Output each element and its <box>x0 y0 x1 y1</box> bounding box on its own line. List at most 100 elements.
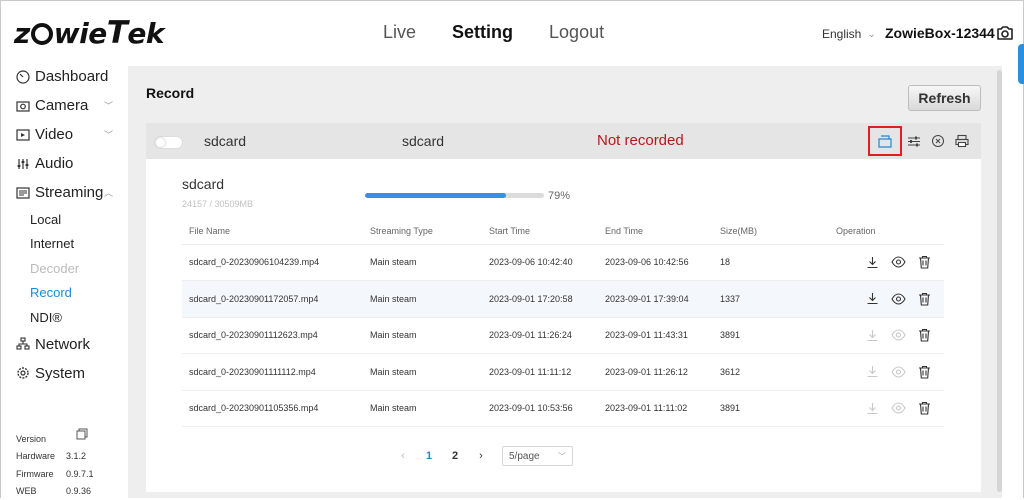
chevron-down-icon: ﹀ <box>104 130 114 140</box>
sidebar-item-network[interactable]: Network <box>0 330 125 359</box>
sidebar-item-dashboard[interactable]: Dashboard <box>0 62 125 91</box>
storage-name: sdcard <box>182 176 225 192</box>
sidebar-sub-decoder[interactable]: Decoder <box>0 256 125 281</box>
audio-icon <box>17 158 29 169</box>
copy-icon[interactable] <box>76 428 88 440</box>
col-file-name: File Name <box>182 218 363 245</box>
device-actions <box>868 126 974 156</box>
preview-eye-icon[interactable] <box>888 363 908 381</box>
col-streaming-type: Streaming Type <box>363 218 482 245</box>
language-selector[interactable]: English ⌄ <box>822 27 876 41</box>
refresh-button[interactable]: Refresh <box>908 85 981 111</box>
end-time-cell: 2023-09-01 17:39:04 <box>598 280 713 318</box>
sidebar-sub-internet[interactable]: Internet <box>0 232 125 257</box>
sidebar-item-audio[interactable]: Audio <box>0 149 125 178</box>
sidebar-item-camera[interactable]: Camera ﹀ <box>0 91 125 120</box>
sidebar: Dashboard Camera ﹀ Video ﹀ Audio Streami… <box>0 62 125 388</box>
version-info: Version Hardware 3.1.2 Firmware 0.9.7.1 WE… <box>16 430 94 500</box>
preview-eye-icon[interactable] <box>888 253 908 271</box>
sidebar-item-streaming[interactable]: Streaming ︿ <box>0 178 125 207</box>
delete-trash-icon[interactable] <box>914 363 934 381</box>
storage-device-row: sdcard sdcard Not recorded <box>146 123 981 159</box>
language-label: English <box>822 27 862 41</box>
scrollbar[interactable] <box>997 70 1002 492</box>
gear-icon <box>17 367 29 379</box>
sidebar-item-video[interactable]: Video ﹀ <box>0 120 125 149</box>
prev-page-button[interactable]: ‹ <box>390 450 416 462</box>
end-time-cell: 2023-09-01 11:43:31 <box>598 317 713 354</box>
start-time-cell: 2023-09-01 11:26:24 <box>482 317 598 354</box>
format-button[interactable] <box>950 128 974 154</box>
version-title: Version <box>16 433 47 444</box>
sidebar-sub-local[interactable]: Local <box>0 207 125 232</box>
camera-icon <box>16 100 30 112</box>
streaming-type-cell: Main steam <box>363 390 482 427</box>
preview-eye-icon[interactable] <box>888 326 908 344</box>
download-icon[interactable] <box>862 363 882 381</box>
download-icon[interactable] <box>862 399 882 417</box>
delete-trash-icon[interactable] <box>914 253 934 271</box>
chevron-up-icon: ︿ <box>104 188 114 198</box>
size-cell: 3891 <box>713 317 829 354</box>
device-name: ZowieBox-12344 <box>885 25 995 41</box>
nav-live[interactable]: Live <box>383 22 416 43</box>
delete-trash-icon[interactable] <box>914 399 934 417</box>
page-2-button[interactable]: 2 <box>442 450 468 462</box>
col-operation: Operation <box>829 218 944 245</box>
sliders-icon <box>908 136 920 146</box>
sidebar-item-label: Camera <box>35 97 89 114</box>
version-value: 3.1.2 <box>66 451 87 462</box>
chevron-down-icon: ⌄ <box>867 28 876 40</box>
streaming-type-cell: Main steam <box>363 353 482 391</box>
printer-icon <box>955 134 969 148</box>
next-page-button[interactable]: › <box>468 450 494 462</box>
sidebar-item-system[interactable]: System <box>0 359 125 388</box>
end-time-cell: 2023-09-01 11:11:02 <box>598 390 713 427</box>
preview-eye-icon[interactable] <box>888 290 908 308</box>
storage-files-button[interactable] <box>868 126 902 156</box>
preview-eye-icon[interactable] <box>888 399 908 417</box>
chevron-down-icon: ﹀ <box>558 451 566 461</box>
progress-fill <box>365 193 507 198</box>
size-cell: 18 <box>713 244 829 281</box>
start-time-cell: 2023-09-01 17:20:58 <box>482 280 598 318</box>
operation-cell <box>829 390 944 427</box>
storage-capacity: 24157 / 30509MB <box>182 199 254 209</box>
table-row: sdcard_0-20230901111112.mp4 Main steam 202… <box>182 353 944 391</box>
remove-button[interactable] <box>926 128 950 154</box>
download-icon[interactable] <box>862 290 882 308</box>
file-name-cell: sdcard_0-20230906104239.mp4 <box>182 244 363 281</box>
page-size-select[interactable]: 5/page ﹀ <box>502 446 573 466</box>
storage-progress-bar <box>365 193 544 198</box>
page-1-button[interactable]: 1 <box>416 450 442 462</box>
sidebar-sub-ndi[interactable]: NDI® <box>0 305 125 330</box>
settings-button[interactable] <box>902 128 926 154</box>
record-toggle[interactable] <box>154 136 183 149</box>
version-key: Hardware <box>16 451 56 462</box>
download-icon[interactable] <box>862 326 882 344</box>
end-time-cell: 2023-09-01 11:26:12 <box>598 353 713 391</box>
top-nav: Live Setting Logout <box>383 22 640 43</box>
nav-logout[interactable]: Logout <box>549 22 604 43</box>
operation-cell <box>829 280 944 318</box>
delete-trash-icon[interactable] <box>914 326 934 344</box>
sidebar-item-label: Video <box>35 126 74 143</box>
delete-trash-icon[interactable] <box>914 290 934 308</box>
file-name-cell: sdcard_0-20230901112623.mp4 <box>182 317 363 354</box>
side-drawer-tab[interactable] <box>1018 44 1024 84</box>
col-size: Size(MB) <box>713 218 829 245</box>
dashboard-icon <box>16 69 30 84</box>
streaming-type-cell: Main steam <box>363 280 482 318</box>
sidebar-sub-record[interactable]: Record <box>0 281 125 306</box>
zowietek-logo: z wie Tek <box>14 15 165 51</box>
start-time-cell: 2023-09-01 11:11:12 <box>482 353 598 391</box>
snapshot-camera-icon[interactable] <box>996 25 1014 41</box>
streaming-type-cell: Main steam <box>363 244 482 281</box>
download-icon[interactable] <box>862 253 882 271</box>
chevron-down-icon: ﹀ <box>104 101 114 111</box>
close-circle-icon <box>932 135 944 147</box>
size-cell: 3891 <box>713 390 829 427</box>
table-header-row: File Name Streaming Type Start Time End … <box>182 218 944 245</box>
nav-setting[interactable]: Setting <box>452 22 513 43</box>
pagination: ‹ 1 2 › 5/page ﹀ <box>390 446 573 466</box>
